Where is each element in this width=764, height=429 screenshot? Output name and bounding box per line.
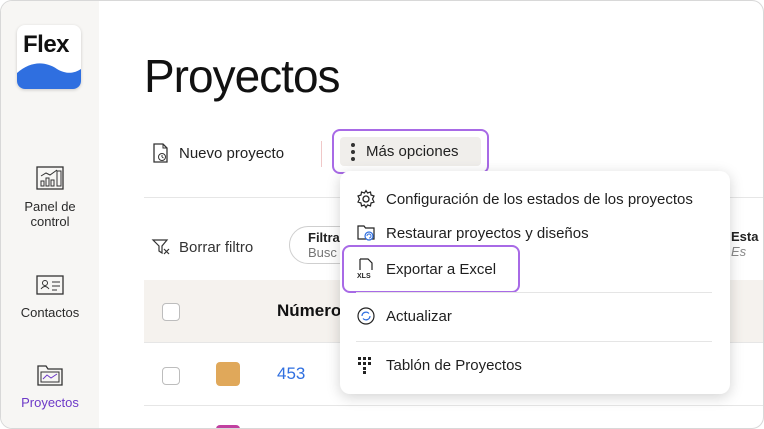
sidebar-item-panel-de-control[interactable]: Panel de control <box>1 165 99 229</box>
sidebar: Flex Panel de control Contactos Proyecto… <box>1 1 99 428</box>
menu-item-label: Restaurar proyectos y diseños <box>386 224 589 242</box>
row-checkbox[interactable] <box>162 367 180 385</box>
more-options-menu: Configuración de los estados de los proy… <box>340 171 730 394</box>
page-title: Proyectos <box>144 50 341 102</box>
menu-item-label: Configuración de los estados de los proy… <box>386 190 693 208</box>
sidebar-item-label: Proyectos <box>21 395 79 410</box>
menu-divider <box>356 341 712 342</box>
restore-folder-icon <box>357 225 375 241</box>
sidebar-item-label: Contactos <box>20 305 80 320</box>
row-divider <box>144 405 763 406</box>
logo-wave-icon <box>17 63 81 89</box>
refresh-icon <box>357 307 375 325</box>
contact-card-icon <box>36 275 64 295</box>
app-logo[interactable]: Flex <box>17 25 81 89</box>
gear-icon <box>357 189 375 209</box>
xls-file-icon: XLS <box>357 258 373 280</box>
sidebar-item-contactos[interactable]: Contactos <box>1 271 99 320</box>
new-project-button[interactable]: Nuevo proyecto <box>151 141 284 165</box>
clear-filter-label: Borrar filtro <box>179 238 254 256</box>
menu-item-project-board[interactable]: Tablón de Proyectos <box>356 355 522 375</box>
filter-clear-icon <box>151 239 170 255</box>
state-filter-value: Es <box>731 244 747 259</box>
new-project-label: Nuevo proyecto <box>179 144 285 162</box>
new-document-icon <box>153 143 168 163</box>
projects-folder-icon <box>37 365 63 386</box>
more-options-button[interactable]: Más opciones <box>332 129 489 174</box>
menu-item-label: Actualizar <box>386 307 452 325</box>
row-project-number[interactable]: 453 <box>277 364 305 384</box>
column-header-number[interactable]: Número <box>277 301 341 321</box>
clear-filter-button[interactable]: Borrar filtro <box>151 237 253 257</box>
dashboard-chart-icon <box>36 166 64 190</box>
svg-text:XLS: XLS <box>357 273 371 280</box>
app-window: Flex Panel de control Contactos Proyecto… <box>0 0 764 429</box>
menu-item-status-config[interactable]: Configuración de los estados de los proy… <box>356 189 693 209</box>
row-color-swatch <box>216 425 240 428</box>
menu-item-refresh[interactable]: Actualizar <box>356 306 452 326</box>
toolbar-divider <box>321 141 322 167</box>
menu-divider <box>356 292 712 293</box>
vertical-dots-icon <box>351 142 355 161</box>
menu-item-label: Tablón de Proyectos <box>386 356 522 374</box>
menu-item-export-excel[interactable]: XLS Exportar a Excel <box>342 245 520 293</box>
state-filter-label: Esta <box>731 229 759 244</box>
select-all-checkbox[interactable] <box>162 303 180 321</box>
state-filter-field[interactable]: Esta Es <box>731 226 763 264</box>
menu-item-restore-projects[interactable]: Restaurar proyectos y diseños <box>356 223 589 243</box>
menu-item-label: Exportar a Excel <box>386 260 497 278</box>
more-options-inner: Más opciones <box>340 137 481 166</box>
more-options-label: Más opciones <box>366 143 459 160</box>
logo-text: Flex <box>23 31 70 58</box>
sidebar-item-proyectos[interactable]: Proyectos <box>1 361 99 410</box>
row-color-swatch <box>216 362 240 386</box>
board-grid-icon <box>358 357 371 374</box>
sidebar-item-label: Panel de control <box>24 199 76 229</box>
